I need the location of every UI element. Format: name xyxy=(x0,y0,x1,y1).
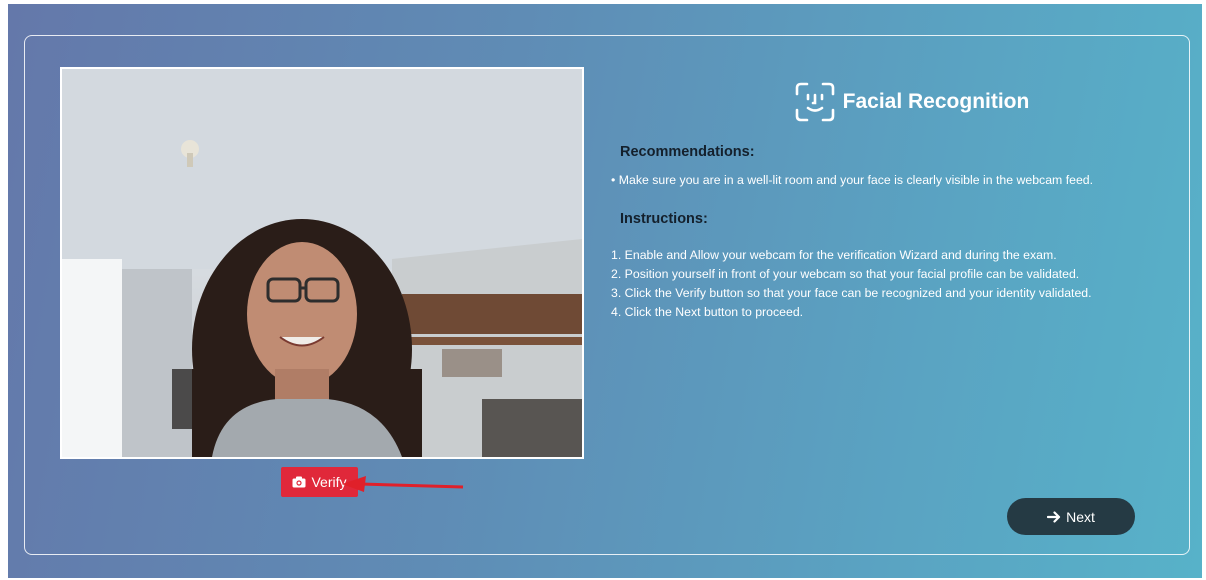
instructions-heading: Instructions: xyxy=(620,211,708,227)
instructions-list: 1. Enable and Allow your webcam for the … xyxy=(611,247,1162,323)
face-id-icon xyxy=(795,82,834,122)
recommendation-text: Make sure you are in a well-lit room and… xyxy=(618,173,1094,187)
page-title: Facial Recognition xyxy=(842,90,1030,113)
arrow-right-icon xyxy=(1047,510,1061,523)
camera-icon xyxy=(292,476,306,488)
instructions-panel: Facial Recognition Recommendations: • Ma… xyxy=(611,74,1163,319)
red-arrow-annotation xyxy=(342,476,464,492)
next-label: Next xyxy=(1066,508,1095,525)
instruction-item: 4. Click the Next button to proceed. xyxy=(611,305,804,319)
recommendations-heading: Recommendations: xyxy=(620,144,755,160)
instruction-item: 1. Enable and Allow your webcam for the … xyxy=(611,248,1057,262)
recommendation-item: • Make sure you are in a well-lit room a… xyxy=(611,172,1162,188)
webcam-image xyxy=(62,69,582,457)
instruction-item: 3. Click the Verify button so that your … xyxy=(611,286,1092,300)
webcam-feed xyxy=(60,67,584,459)
next-button[interactable]: Next xyxy=(1007,498,1135,535)
instruction-item: 2. Position yourself in front of your we… xyxy=(611,267,1080,281)
bullet-icon: • xyxy=(611,173,616,187)
title-row: Facial Recognition xyxy=(659,74,1163,130)
